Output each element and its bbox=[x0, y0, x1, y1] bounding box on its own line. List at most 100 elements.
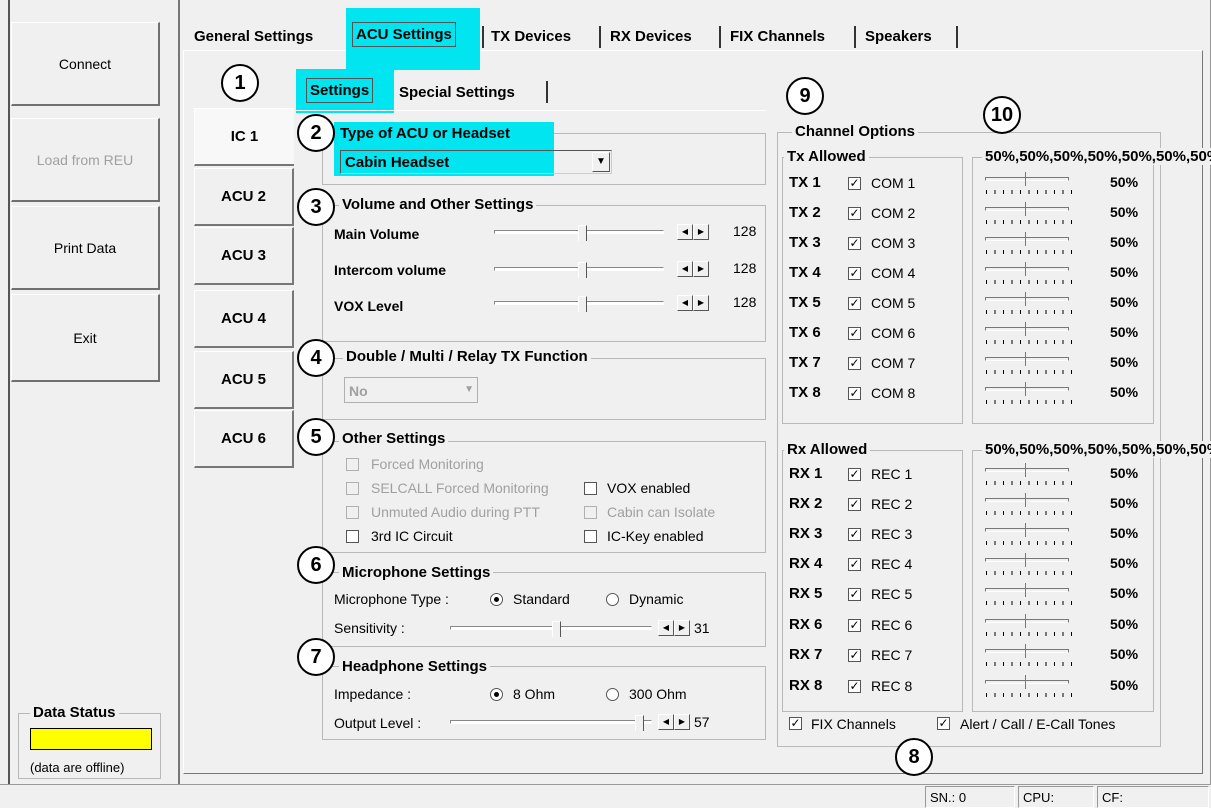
tx-volume-slider[interactable] bbox=[985, 380, 1073, 406]
selcall-checkbox[interactable] bbox=[346, 482, 359, 495]
rx-channel-label: RX 7 bbox=[789, 646, 823, 663]
rx-channel-label: RX 3 bbox=[789, 525, 823, 542]
impedance-300ohm-radio[interactable] bbox=[606, 688, 619, 701]
chevron-down-icon[interactable]: ▼ bbox=[464, 384, 474, 395]
main-volume-slider[interactable] bbox=[494, 225, 664, 241]
chevron-down-icon[interactable]: ▼ bbox=[592, 152, 610, 172]
output-level-spinner[interactable]: ◀ ▶ bbox=[658, 714, 690, 730]
marker-1: 1 bbox=[221, 64, 259, 102]
vox-level-label: VOX Level bbox=[334, 298, 404, 314]
rx-volume-slider[interactable] bbox=[985, 491, 1073, 517]
tab-general-settings[interactable]: General Settings bbox=[194, 24, 313, 49]
rx-volume-slider[interactable] bbox=[985, 521, 1073, 547]
tx-function-select[interactable]: No ▼ bbox=[344, 377, 478, 403]
rx-volume-value: 50% bbox=[1110, 585, 1139, 601]
cabin-isolate-label: Cabin can Isolate bbox=[607, 504, 716, 520]
rx-channel-checkbox[interactable]: ✓ bbox=[848, 680, 861, 693]
tx-channel-label: TX 2 bbox=[789, 204, 821, 221]
rx-allowed-title: Rx Allowed bbox=[784, 441, 871, 458]
tx-channel-checkbox[interactable]: ✓ bbox=[848, 237, 861, 250]
vox-level-slider[interactable] bbox=[494, 296, 664, 312]
tab-acu2[interactable]: ACU 2 bbox=[194, 168, 294, 226]
subtab-special-settings[interactable]: Special Settings bbox=[399, 80, 515, 105]
mic-dynamic-radio[interactable] bbox=[606, 593, 619, 606]
tx-volume-slider[interactable] bbox=[985, 230, 1073, 256]
rx-channel-checkbox[interactable]: ✓ bbox=[848, 558, 861, 571]
ic-key-checkbox[interactable] bbox=[584, 530, 597, 543]
tx-channel-checkbox[interactable]: ✓ bbox=[848, 297, 861, 310]
mic-standard-radio[interactable] bbox=[490, 593, 503, 606]
tx-volume-slider[interactable] bbox=[985, 320, 1073, 346]
rx-channel-checkbox[interactable]: ✓ bbox=[848, 468, 861, 481]
tx-channel-label: TX 3 bbox=[789, 234, 821, 251]
sensitivity-spinner[interactable]: ◀ ▶ bbox=[658, 620, 690, 636]
fix-channels-checkbox[interactable]: ✓ bbox=[789, 717, 802, 730]
impedance-8ohm-radio[interactable] bbox=[490, 688, 503, 701]
rx-volume-slider[interactable] bbox=[985, 642, 1073, 668]
tx-volume-value: 50% bbox=[1110, 354, 1139, 370]
rx-volume-slider[interactable] bbox=[985, 581, 1073, 607]
rx-volume-value: 50% bbox=[1110, 646, 1139, 662]
rx-channel-checkbox[interactable]: ✓ bbox=[848, 498, 861, 511]
sensitivity-label: Sensitivity : bbox=[334, 620, 405, 636]
tab-speakers[interactable]: Speakers bbox=[865, 24, 932, 49]
intercom-volume-slider[interactable] bbox=[494, 262, 664, 278]
tab-tx-devices[interactable]: TX Devices bbox=[491, 24, 571, 49]
vox-enabled-checkbox[interactable] bbox=[584, 482, 597, 495]
rx-channel-checkbox[interactable]: ✓ bbox=[848, 619, 861, 632]
tx-volume-slider[interactable] bbox=[985, 200, 1073, 226]
tx-volume-slider[interactable] bbox=[985, 260, 1073, 286]
tx-channel-checkbox[interactable]: ✓ bbox=[848, 387, 861, 400]
third-ic-checkbox[interactable] bbox=[346, 530, 359, 543]
third-ic-label: 3rd IC Circuit bbox=[371, 528, 453, 544]
tx-device-label: COM 3 bbox=[871, 235, 916, 251]
tab-fix-channels[interactable]: FIX Channels bbox=[730, 24, 825, 49]
vox-level-spinner[interactable]: ◀ ▶ bbox=[677, 295, 709, 311]
tx-volume-slider[interactable] bbox=[985, 170, 1073, 196]
tab-rx-devices[interactable]: RX Devices bbox=[610, 24, 692, 49]
alert-tones-checkbox[interactable]: ✓ bbox=[937, 717, 950, 730]
data-status-indicator bbox=[30, 728, 152, 750]
connect-button[interactable]: Connect bbox=[11, 22, 160, 106]
tx-channel-checkbox[interactable]: ✓ bbox=[848, 357, 861, 370]
tab-acu5[interactable]: ACU 5 bbox=[194, 351, 294, 409]
load-from-reu-button[interactable]: Load from REU bbox=[11, 118, 160, 202]
rx-volume-slider[interactable] bbox=[985, 612, 1073, 638]
rx-volume-slider[interactable] bbox=[985, 461, 1073, 487]
unmuted-audio-checkbox[interactable] bbox=[346, 506, 359, 519]
tx-channel-checkbox[interactable]: ✓ bbox=[848, 267, 861, 280]
cabin-isolate-checkbox[interactable] bbox=[584, 506, 597, 519]
tx-volume-slider[interactable] bbox=[985, 290, 1073, 316]
rx-channel-checkbox[interactable]: ✓ bbox=[848, 528, 861, 541]
rx-channel-checkbox[interactable]: ✓ bbox=[848, 649, 861, 662]
rx-volume-slider[interactable] bbox=[985, 551, 1073, 577]
rx-channel-checkbox[interactable]: ✓ bbox=[848, 588, 861, 601]
tab-acu6[interactable]: ACU 6 bbox=[194, 410, 294, 468]
rx-volume-slider[interactable] bbox=[985, 673, 1073, 699]
print-data-button[interactable]: Print Data bbox=[11, 206, 160, 290]
main-volume-spinner[interactable]: ◀ ▶ bbox=[677, 224, 709, 240]
intercom-volume-value: 128 bbox=[733, 260, 757, 276]
tab-acu4[interactable]: ACU 4 bbox=[194, 290, 294, 348]
tx-volume-slider[interactable] bbox=[985, 350, 1073, 376]
output-level-slider[interactable] bbox=[450, 715, 652, 731]
vox-level-value: 128 bbox=[733, 294, 757, 310]
rx-device-label: REC 6 bbox=[871, 617, 913, 633]
tx-channel-checkbox[interactable]: ✓ bbox=[848, 207, 861, 220]
type-select[interactable]: Cabin Headset ▼ bbox=[340, 150, 612, 174]
tab-acu3[interactable]: ACU 3 bbox=[194, 227, 294, 285]
subtab-settings[interactable]: Settings bbox=[306, 78, 374, 103]
rx-volumes-title: 50%,50%,50%,50%,50%,50%,50%,50% bbox=[982, 441, 1211, 458]
load-label: Load from REU bbox=[36, 151, 134, 168]
marker-3: 3 bbox=[297, 188, 335, 226]
tab-ic1[interactable]: IC 1 bbox=[194, 108, 294, 166]
intercom-volume-spinner[interactable]: ◀ ▶ bbox=[677, 261, 709, 277]
tx-channel-checkbox[interactable]: ✓ bbox=[848, 327, 861, 340]
forced-monitoring-label: Forced Monitoring bbox=[371, 456, 484, 472]
rx-volume-value: 50% bbox=[1110, 555, 1139, 571]
tab-acu-settings[interactable]: ACU Settings bbox=[352, 22, 456, 47]
exit-button[interactable]: Exit bbox=[11, 294, 160, 382]
tx-channel-checkbox[interactable]: ✓ bbox=[848, 177, 861, 190]
forced-monitoring-checkbox[interactable] bbox=[346, 458, 359, 471]
sensitivity-slider[interactable] bbox=[450, 621, 652, 637]
